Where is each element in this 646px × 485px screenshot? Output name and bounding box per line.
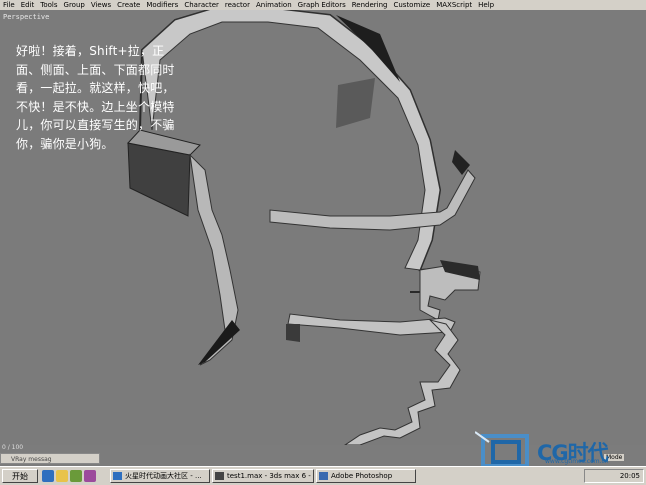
mid-loop <box>269 169 476 231</box>
menu-reactor[interactable]: reactor <box>222 0 253 10</box>
menu-modifiers[interactable]: Modifiers <box>143 0 181 10</box>
menu-edit[interactable]: Edit <box>18 0 38 10</box>
clock: 20:05 <box>619 472 640 480</box>
menu-character[interactable]: Character <box>181 0 222 10</box>
task-photoshop[interactable]: Adobe Photoshop <box>316 469 416 483</box>
menu-file[interactable]: File <box>0 0 18 10</box>
cheek-slab <box>336 78 375 128</box>
jaw-dark-tip <box>198 320 240 365</box>
menu-tools[interactable]: Tools <box>37 0 60 10</box>
system-tray: 20:05 <box>584 469 644 483</box>
lower-loop <box>287 313 456 336</box>
ear-block-face <box>127 142 191 217</box>
photoshop-icon <box>319 472 328 480</box>
menu-rendering[interactable]: Rendering <box>349 0 391 10</box>
watermark-url: www.cgtimes.com.cn <box>545 458 609 465</box>
folder-icon[interactable] <box>56 470 68 482</box>
menu-maxscript[interactable]: MAXScript <box>433 0 475 10</box>
menu-bar: File Edit Tools Group Views Create Modifiers Ch… <box>0 0 646 10</box>
menu-customize[interactable]: Customize <box>390 0 433 10</box>
menu-views[interactable]: Views <box>88 0 114 10</box>
tutorial-caption: 好啦！接着，Shift+拉，正面、侧面、上面、下面都同时看，一起拉。就这样，快吧… <box>16 44 175 151</box>
menu-create[interactable]: Create <box>114 0 143 10</box>
menu-group[interactable]: Group <box>61 0 88 10</box>
menu-animation[interactable]: Animation <box>253 0 295 10</box>
menu-graph-editors[interactable]: Graph Editors <box>295 0 349 10</box>
head-loop-face <box>141 10 441 271</box>
browser-icon <box>113 472 122 480</box>
windows-taskbar: 开始 火星时代动画大社区 - ... test1.max - 3ds max 6… <box>0 466 646 485</box>
vray-message-bar[interactable]: VRay messag <box>0 453 100 464</box>
lower-loop-end <box>286 324 300 342</box>
cg-logo-icon <box>474 431 529 468</box>
perspective-viewport[interactable]: Perspective 好啦！接着，Shift+拉，正面、侧面、上面、下面都同时… <box>0 10 646 445</box>
max-icon <box>215 472 224 480</box>
task-forum[interactable]: 火星时代动画大社区 - ... <box>110 469 210 483</box>
menu-help[interactable]: Help <box>475 0 497 10</box>
task-label: 火星时代动画大社区 - ... <box>125 472 202 480</box>
desktop-icon[interactable] <box>70 470 82 482</box>
task-3dsmax[interactable]: test1.max - 3ds max 6 - S... <box>212 469 314 483</box>
frame-counter: 0 / 100 <box>2 444 24 451</box>
media-icon[interactable] <box>84 470 96 482</box>
task-label: test1.max - 3ds max 6 - S... <box>227 472 313 480</box>
task-label: Adobe Photoshop <box>331 472 393 480</box>
chin-zigzag <box>344 319 461 445</box>
ie-icon[interactable] <box>42 470 54 482</box>
start-button[interactable]: 开始 <box>2 469 38 483</box>
